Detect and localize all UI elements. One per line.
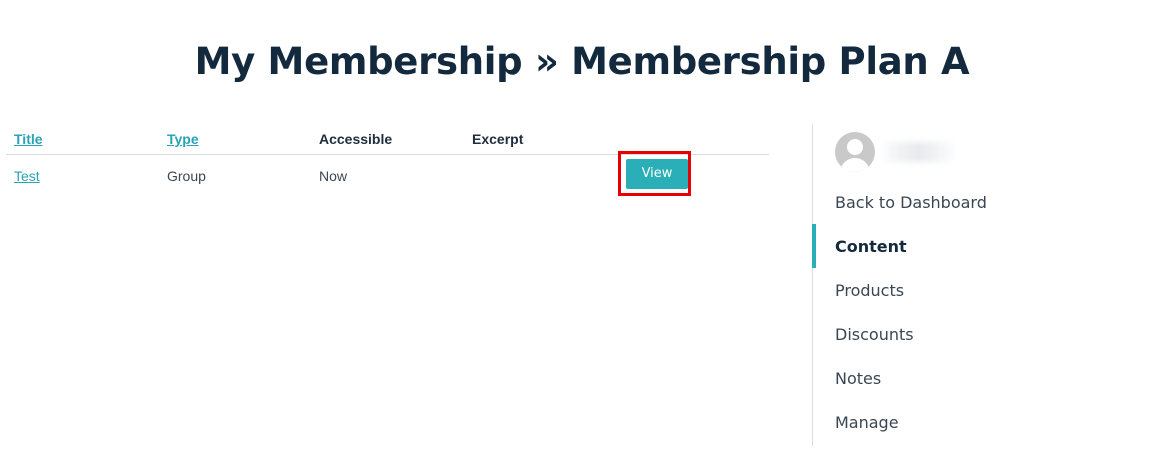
column-header-excerpt: Excerpt — [472, 131, 524, 147]
account-sidebar: Back to Dashboard Content Products Disco… — [812, 124, 1158, 446]
nav-notes[interactable]: Notes — [835, 368, 881, 390]
column-header-title[interactable]: Title — [14, 130, 43, 148]
username — [883, 142, 953, 162]
user-avatar-icon — [835, 132, 875, 172]
row-type: Group — [167, 168, 206, 184]
page-title: My Membership » Membership Plan A — [194, 40, 970, 83]
row-title-link[interactable]: Test — [14, 167, 40, 185]
nav-back-to-dashboard[interactable]: Back to Dashboard — [835, 192, 987, 214]
content-table: Title Type Accessible Excerpt Test Group… — [6, 128, 769, 200]
view-button[interactable]: View — [626, 159, 688, 189]
nav-products[interactable]: Products — [835, 280, 904, 302]
view-button-highlight: View — [618, 151, 691, 196]
active-nav-indicator — [812, 224, 816, 268]
column-header-accessible: Accessible — [319, 131, 393, 147]
column-header-type[interactable]: Type — [167, 130, 199, 148]
nav-manage[interactable]: Manage — [835, 412, 899, 434]
nav-content[interactable]: Content — [835, 236, 907, 258]
row-accessible: Now — [319, 168, 348, 184]
table-row: Test Group Now View — [6, 151, 769, 200]
page: My Membership » Membership Plan A Title … — [0, 0, 1158, 459]
nav-discounts[interactable]: Discounts — [835, 324, 914, 346]
